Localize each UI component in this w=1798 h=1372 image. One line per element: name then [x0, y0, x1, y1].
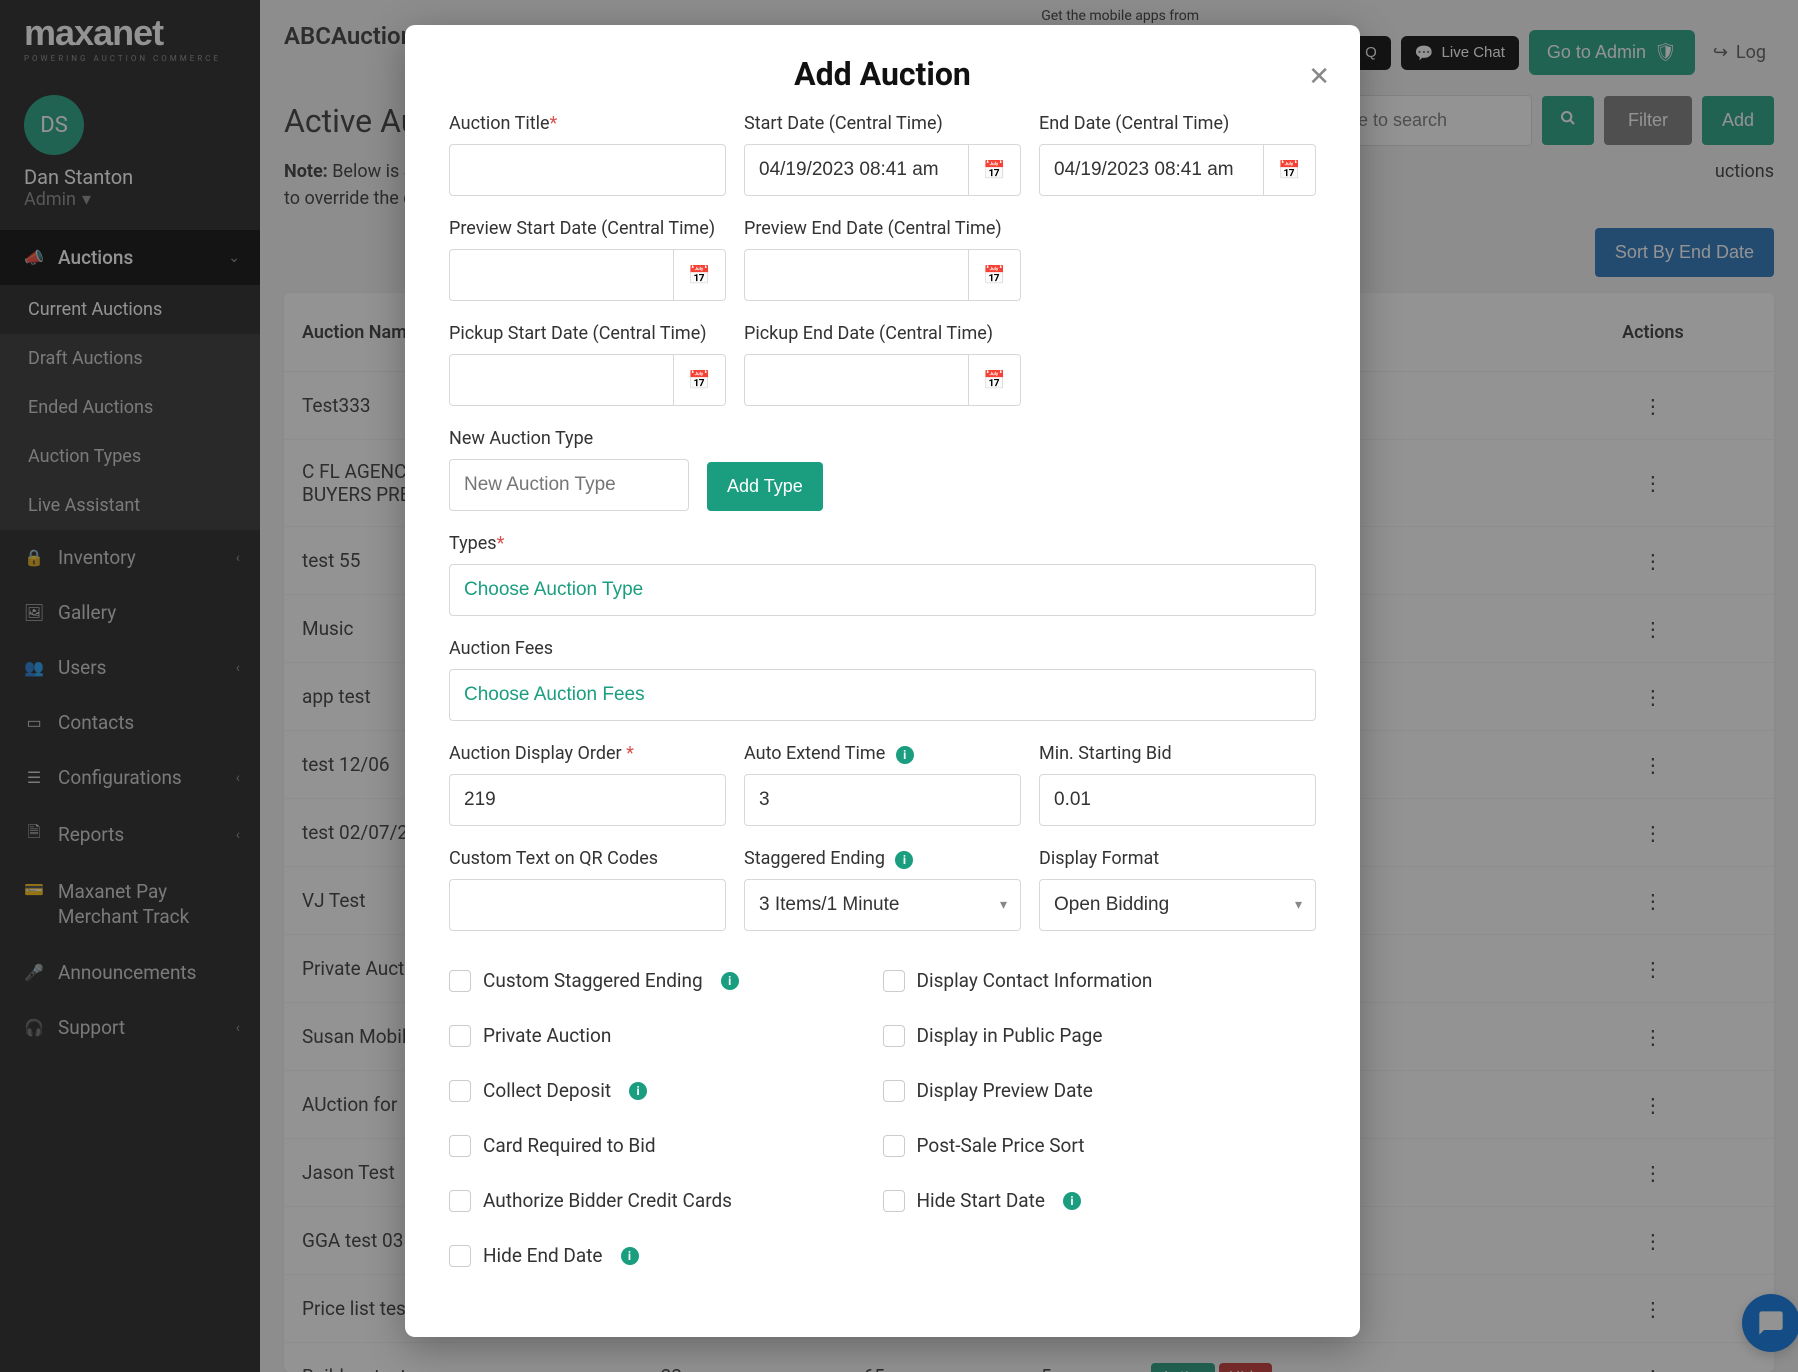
hide-end-checkbox[interactable]: Hide End Date i [449, 1228, 883, 1283]
new-auction-type-input[interactable] [449, 459, 689, 511]
display-contact-checkbox[interactable]: Display Contact Information [883, 953, 1317, 1008]
qr-custom-text-input[interactable] [449, 879, 726, 931]
staggered-ending-label: Staggered Ending i [744, 848, 1021, 869]
hide-start-checkbox[interactable]: Hide Start Date i [883, 1173, 1317, 1228]
calendar-icon[interactable]: 📅 [969, 249, 1021, 301]
min-starting-bid-label: Min. Starting Bid [1039, 743, 1316, 764]
auction-fees-select[interactable] [449, 669, 1316, 721]
collect-deposit-checkbox[interactable]: Collect Deposit i [449, 1063, 883, 1118]
modal-title: Add Auction [445, 55, 1320, 93]
display-public-checkbox[interactable]: Display in Public Page [883, 1008, 1317, 1063]
info-icon[interactable]: i [1063, 1192, 1081, 1210]
end-date-label: End Date (Central Time) [1039, 113, 1316, 134]
preview-start-input[interactable] [449, 249, 674, 301]
private-auction-checkbox[interactable]: Private Auction [449, 1008, 883, 1063]
add-type-button[interactable]: Add Type [707, 462, 823, 511]
auction-title-input[interactable] [449, 144, 726, 196]
preview-start-label: Preview Start Date (Central Time) [449, 218, 726, 239]
auction-fees-label: Auction Fees [449, 638, 1316, 659]
pickup-end-label: Pickup End Date (Central Time) [744, 323, 1021, 344]
custom-staggered-checkbox[interactable]: Custom Staggered Ending i [449, 953, 883, 1008]
start-date-label: Start Date (Central Time) [744, 113, 1021, 134]
close-icon[interactable]: ✕ [1308, 61, 1330, 92]
add-auction-modal: Add Auction ✕ Auction Title* Start Date … [405, 25, 1360, 1337]
calendar-icon[interactable]: 📅 [969, 144, 1021, 196]
pickup-end-input[interactable] [744, 354, 969, 406]
start-date-input[interactable] [744, 144, 969, 196]
preview-end-input[interactable] [744, 249, 969, 301]
new-auction-type-label: New Auction Type [449, 428, 689, 449]
info-icon[interactable]: i [629, 1082, 647, 1100]
auto-extend-input[interactable] [744, 774, 1021, 826]
info-icon[interactable]: i [721, 972, 739, 990]
info-icon[interactable]: i [895, 851, 913, 869]
authorize-cc-checkbox[interactable]: Authorize Bidder Credit Cards [449, 1173, 883, 1228]
info-icon[interactable]: i [896, 746, 914, 764]
calendar-icon[interactable]: 📅 [969, 354, 1021, 406]
pickup-start-label: Pickup Start Date (Central Time) [449, 323, 726, 344]
auto-extend-label: Auto Extend Time i [744, 743, 1021, 764]
display-order-label: Auction Display Order * [449, 743, 726, 764]
staggered-ending-select[interactable] [744, 879, 1021, 931]
calendar-icon[interactable]: 📅 [674, 249, 726, 301]
display-preview-checkbox[interactable]: Display Preview Date [883, 1063, 1317, 1118]
preview-end-label: Preview End Date (Central Time) [744, 218, 1021, 239]
min-starting-bid-input[interactable] [1039, 774, 1316, 826]
post-sale-sort-checkbox[interactable]: Post-Sale Price Sort [883, 1118, 1317, 1173]
info-icon[interactable]: i [621, 1247, 639, 1265]
calendar-icon[interactable]: 📅 [674, 354, 726, 406]
display-format-select[interactable] [1039, 879, 1316, 931]
calendar-icon[interactable]: 📅 [1264, 144, 1316, 196]
display-order-input[interactable] [449, 774, 726, 826]
end-date-input[interactable] [1039, 144, 1264, 196]
qr-custom-text-label: Custom Text on QR Codes [449, 848, 726, 869]
pickup-start-input[interactable] [449, 354, 674, 406]
types-select[interactable] [449, 564, 1316, 616]
card-required-checkbox[interactable]: Card Required to Bid [449, 1118, 883, 1173]
auction-title-label: Auction Title* [449, 113, 726, 134]
types-label: Types* [449, 533, 1316, 554]
display-format-label: Display Format [1039, 848, 1316, 869]
